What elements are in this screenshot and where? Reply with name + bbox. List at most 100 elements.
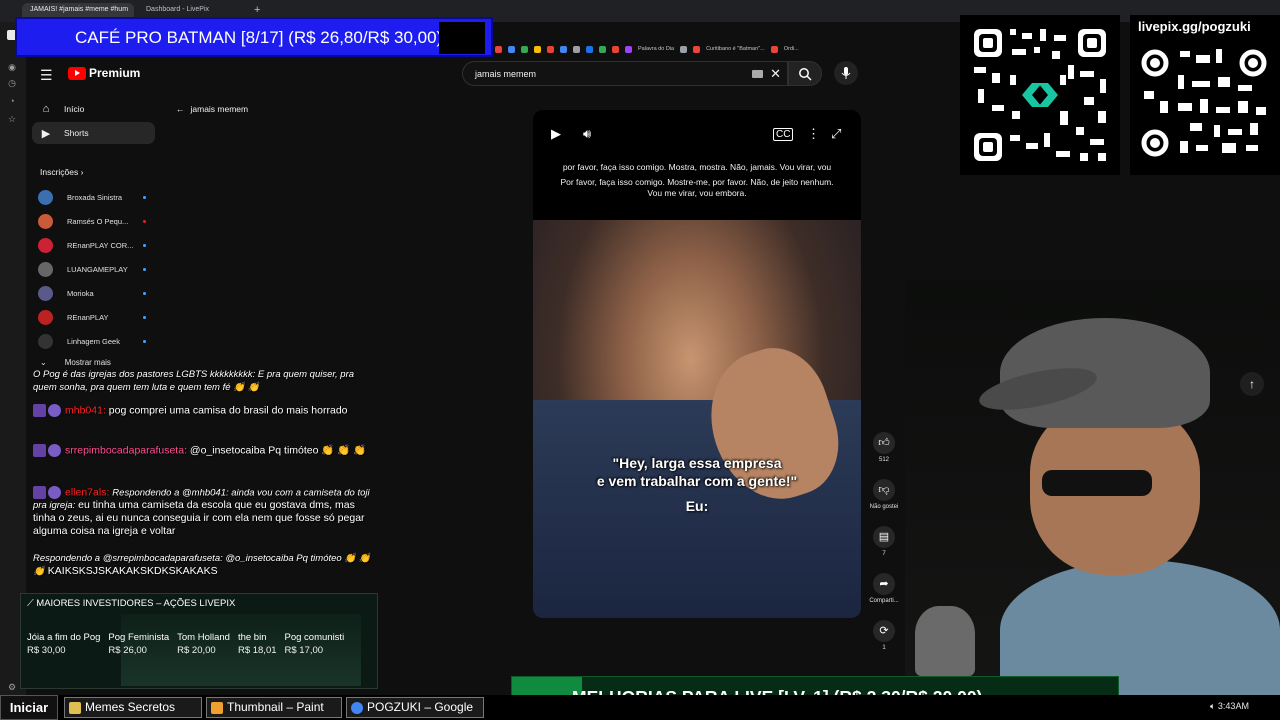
investor-item: the bin R$ 18,01 xyxy=(238,632,277,656)
star-icon[interactable]: ☆ xyxy=(7,114,17,124)
compass-icon[interactable]: ◉ xyxy=(7,62,17,72)
like-button[interactable]: 👍︎ 512 xyxy=(866,432,902,463)
subscription-item[interactable]: Linhagem Geek xyxy=(38,333,156,349)
clear-icon[interactable]: ✕ xyxy=(770,66,781,82)
bookmark-icon[interactable] xyxy=(547,45,554,53)
speaker-icon[interactable]: 🔈︎ xyxy=(1210,701,1215,711)
voice-search-button[interactable] xyxy=(834,61,858,85)
nav-label: Shorts xyxy=(64,128,89,138)
more-vert-icon[interactable]: ⋮ xyxy=(807,126,820,142)
subscriptions-header[interactable]: Inscrições › xyxy=(40,167,83,177)
avatar xyxy=(48,486,61,499)
share-button[interactable]: ➦ Comparti... xyxy=(866,573,902,604)
avatar xyxy=(38,261,53,277)
subscription-name: Broxada Sinistra xyxy=(67,192,123,202)
bookmark-icon[interactable] xyxy=(770,45,778,53)
bookmark-icon[interactable] xyxy=(693,45,701,53)
chevron-down-icon: ⌄ xyxy=(40,358,47,367)
search-button[interactable] xyxy=(788,61,822,86)
bookmark-icon[interactable] xyxy=(625,45,632,53)
share-icon: ➦ xyxy=(873,573,895,595)
chat-message: srrepimbocadaparafuseta: @o_insetocaiba … xyxy=(33,444,373,457)
new-tab-button[interactable]: + xyxy=(254,4,260,16)
paint-icon xyxy=(211,702,223,714)
arrow-left-icon: ← xyxy=(176,104,185,114)
subscription-item[interactable]: Ramsés O Pequ... xyxy=(38,213,156,229)
webcam-glasses xyxy=(1042,470,1152,496)
back-title: jamais memem xyxy=(190,104,249,114)
bookmark-icon[interactable] xyxy=(680,45,688,53)
bookmark-icon[interactable] xyxy=(599,45,606,53)
bookmark-icon[interactable] xyxy=(521,45,528,53)
avatar xyxy=(38,237,53,253)
start-button[interactable]: Iniciar xyxy=(0,695,58,720)
chat-username: srrepimbocadaparafuseta: xyxy=(65,444,187,457)
bookmark-icon[interactable] xyxy=(573,45,580,53)
play-icon[interactable]: ▶ xyxy=(551,126,561,142)
comments-button[interactable]: ▤ 7 xyxy=(866,526,902,557)
subscription-item[interactable]: Morioka xyxy=(38,285,156,301)
task-paint[interactable]: Thumbnail – Paint xyxy=(206,697,342,718)
fullscreen-icon[interactable]: ⤢ xyxy=(831,126,841,142)
investor-name: Pog comunisti xyxy=(284,632,345,643)
subscription-item[interactable]: Broxada Sinistra xyxy=(38,189,156,205)
youtube-premium-logo[interactable]: Premium xyxy=(68,66,140,80)
avatar xyxy=(38,309,53,325)
bookmark-icon[interactable] xyxy=(508,45,515,53)
bookmark-palavra-do-dia[interactable]: Palavra do Dia xyxy=(638,46,674,52)
chat-message: O Pog é das igrejas dos pastores LGBTS k… xyxy=(33,368,373,394)
subscriptions-title: Inscrições xyxy=(40,167,79,177)
avatar xyxy=(48,444,61,457)
chrome-icon xyxy=(351,702,363,714)
bookmark-icon[interactable] xyxy=(586,45,593,53)
subscription-item[interactable]: LUANGAMEPLAY xyxy=(38,261,156,277)
avatar xyxy=(38,213,53,229)
captions-icon[interactable]: CC xyxy=(773,128,794,141)
history-icon[interactable]: ◷ xyxy=(7,78,17,88)
shorts-player[interactable]: ▶ 🔊︎ CC ⋮ ⤢ por favor, faça isso comigo.… xyxy=(533,110,861,618)
investor-name: the bin xyxy=(237,632,267,643)
nav-shorts[interactable]: ▶ Shorts xyxy=(32,122,155,144)
show-more-button[interactable]: ⌄ Mostrar mais xyxy=(40,358,111,367)
task-memes-secretos[interactable]: Memes Secretos xyxy=(64,697,202,718)
volume-icon[interactable]: 🔊︎ xyxy=(583,126,591,142)
tab-label: Dashboard - LivePix xyxy=(146,6,210,13)
menu-icon[interactable]: ☰ xyxy=(40,67,53,84)
subscription-name: Ramsés O Pequ... xyxy=(67,216,129,226)
chat-text: KAIKSKSJSKAKAKSKDKSKAKAKS xyxy=(47,565,218,577)
bookmark-curitibano[interactable]: Curitibano é "Batman"... xyxy=(706,46,765,52)
search-input[interactable]: jamais memem ✕ xyxy=(462,61,788,86)
clock-icon[interactable]: ◔ xyxy=(7,96,17,106)
bookmark-icon[interactable] xyxy=(560,45,567,53)
back-button[interactable]: ← jamais memem xyxy=(176,104,248,114)
search-query: jamais memem xyxy=(475,69,537,79)
twitch-icon xyxy=(33,404,46,417)
bookmark-icon[interactable] xyxy=(612,45,619,53)
subscription-item[interactable]: REnanPLAY COR... xyxy=(38,237,156,253)
thumbs-down-icon: 👎︎ xyxy=(873,479,895,501)
qr-code-right xyxy=(1130,15,1280,175)
dislike-button[interactable]: 👎︎ Não gostei xyxy=(866,479,902,510)
comment-icon: ▤ xyxy=(873,526,895,548)
investor-value: R$ 18,01 xyxy=(237,645,277,656)
task-chrome[interactable]: POGZUKI – Google xyxy=(346,697,484,718)
nav-home[interactable]: ⌂ Início xyxy=(32,98,155,120)
keyboard-icon[interactable] xyxy=(752,70,763,78)
arrow-up-icon[interactable]: ↑ xyxy=(1240,372,1264,396)
avatar xyxy=(38,285,53,301)
task-label: Memes Secretos xyxy=(85,700,176,714)
bookmark-icon[interactable] xyxy=(534,45,541,53)
system-tray: 🔈︎ 3:43AM xyxy=(1210,701,1249,712)
investors-list: Jóia a fim do Pog R$ 30,00 Pog Feminista R… xyxy=(27,632,344,656)
bookmark-icon[interactable] xyxy=(495,45,502,53)
task-label: POGZUKI – Google xyxy=(367,700,474,714)
remix-button[interactable]: ⟳ 1 xyxy=(866,620,902,651)
investor-value: R$ 30,00 xyxy=(27,645,66,656)
subscription-item[interactable]: REnanPLAY xyxy=(38,309,156,325)
overlay-line: e vem trabalhar com a gente!" xyxy=(596,473,798,489)
subscription-name: Morioka xyxy=(67,288,94,298)
nav-label: Início xyxy=(64,104,85,114)
bookmark-ordi[interactable]: Ordi... xyxy=(784,46,799,52)
avatar xyxy=(38,189,53,205)
settings-icon[interactable]: ⚙ xyxy=(7,682,17,692)
